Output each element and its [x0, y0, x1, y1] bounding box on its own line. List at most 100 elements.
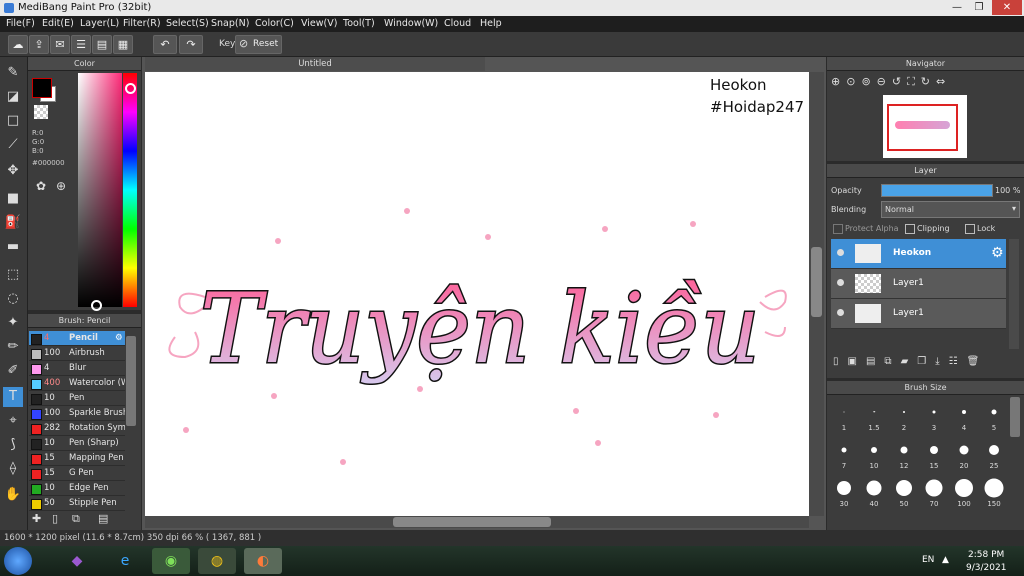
canvas-paper[interactable]: Heokon #Hoidap247 Truyện kiều	[145, 72, 809, 516]
tray-up-icon[interactable]: ▲	[942, 555, 949, 565]
brush-size-cell[interactable]: 25	[979, 435, 1009, 472]
lasso-icon[interactable]: ◌	[3, 289, 23, 309]
brush-size-cell[interactable]: 70	[919, 473, 949, 510]
folder-icon[interactable]: ▰	[901, 356, 918, 367]
brush-item[interactable]: 4 Pencil ⚙	[29, 331, 125, 346]
text-tool-icon[interactable]: T	[3, 387, 23, 407]
brush-size-cell[interactable]: 7	[829, 435, 859, 472]
layer-row-layer1-b[interactable]: Layer1	[831, 299, 1006, 329]
select-pen-icon[interactable]: ✏	[3, 337, 23, 357]
canvas-hscroll[interactable]	[145, 516, 809, 528]
brush-size-cell[interactable]: 100	[949, 473, 979, 510]
layer-row-heokon[interactable]: Heokon ⚙	[831, 239, 1006, 269]
canvas-vscroll[interactable]	[809, 72, 824, 516]
eyedropper-icon[interactable]: ⟆	[3, 435, 23, 455]
brush-size-cell[interactable]: 1	[829, 397, 859, 434]
main-color-swatch[interactable]	[32, 78, 52, 98]
add-layer-menu-icon[interactable]: ⧉	[884, 356, 900, 367]
brush-size-cell[interactable]: 4	[949, 397, 979, 434]
visual-studio-icon[interactable]: ◆	[58, 548, 96, 574]
menu-tool[interactable]: Tool(T)	[343, 18, 375, 29]
select-eraser-icon[interactable]: ✐	[3, 361, 23, 381]
zoom-in-icon[interactable]: ⊕	[831, 75, 846, 88]
lock-checkbox[interactable]	[965, 224, 975, 234]
brush-item[interactable]: 15 Mapping Pen	[29, 451, 125, 466]
brush-item[interactable]: 10 Pen (Sharp)	[29, 436, 125, 451]
operation-icon[interactable]: ⌖	[3, 411, 23, 431]
message-icon[interactable]: ☰	[71, 35, 91, 54]
brush-item[interactable]: 10 Pen	[29, 391, 125, 406]
menu-select[interactable]: Select(S)	[166, 18, 209, 29]
redo-icon[interactable]: ↷	[179, 35, 203, 54]
brush-size-cell[interactable]: 30	[829, 473, 859, 510]
brush-item[interactable]: 4 Blur	[29, 361, 125, 376]
canvas-tab[interactable]: Untitled	[145, 57, 485, 71]
rotate-right-icon[interactable]: ↻	[921, 75, 936, 88]
brush-size-cell[interactable]: 10	[859, 435, 889, 472]
opacity-slider[interactable]	[881, 184, 993, 197]
brush-duplicate-icon[interactable]: ⧉	[72, 512, 80, 526]
brush-size-cell[interactable]: 50	[889, 473, 919, 510]
menu-snap[interactable]: Snap(N)	[211, 18, 249, 29]
brush-size-cell[interactable]: 15	[919, 435, 949, 472]
color-picker-handle[interactable]	[91, 300, 102, 311]
brush-item[interactable]: 400 Watercolor (W	[29, 376, 125, 391]
brush-item[interactable]: 10 Edge Pen	[29, 481, 125, 496]
brush-size-cell[interactable]: 2	[889, 397, 919, 434]
brush-item[interactable]: 282 Rotation Sym	[29, 421, 125, 436]
brush-item[interactable]: 100 Airbrush	[29, 346, 125, 361]
reset-button[interactable]: ⊘ Reset	[235, 35, 282, 54]
brush-add-icon[interactable]: ✚	[32, 512, 41, 525]
brush-size-cell[interactable]: 5	[979, 397, 1009, 434]
eye-icon[interactable]	[837, 249, 844, 256]
hue-handle[interactable]	[125, 83, 136, 94]
menu-cloud[interactable]: Cloud	[444, 18, 471, 29]
language-indicator[interactable]: EN	[922, 555, 934, 565]
layer-settings-icon[interactable]: ☷	[949, 356, 967, 367]
rect-select-icon[interactable]: □	[3, 111, 23, 131]
menu-edit[interactable]: Edit(E)	[42, 18, 74, 29]
blending-select[interactable]: Normal ▾	[881, 201, 1020, 218]
clipping-checkbox[interactable]	[905, 224, 915, 234]
zoom-actual-icon[interactable]: ⊚	[861, 75, 876, 88]
menu-view[interactable]: View(V)	[301, 18, 337, 29]
menu-window[interactable]: Window(W)	[384, 18, 438, 29]
merge-down-icon[interactable]: ⤓	[935, 356, 948, 367]
brush-size-cell[interactable]: 20	[949, 435, 979, 472]
magic-wand-icon[interactable]: ✦	[3, 313, 23, 333]
rotate-left-icon[interactable]: ↺	[892, 75, 907, 88]
brush-new-icon[interactable]: ▯	[52, 512, 58, 525]
lasso-brush-icon[interactable]: ⟋	[3, 135, 23, 155]
list-icon[interactable]: ▦	[113, 35, 133, 54]
brush-size-cell[interactable]: 1.5	[859, 397, 889, 434]
menu-layer[interactable]: Layer(L)	[80, 18, 119, 29]
fill-rect-icon[interactable]: ■	[3, 189, 23, 209]
new-layer-icon[interactable]: ▯	[833, 356, 848, 367]
bucket-icon[interactable]: ⛽	[3, 213, 23, 233]
layer-scrollbar[interactable]	[1009, 239, 1019, 349]
hand-tool-icon[interactable]: ✋	[3, 485, 23, 505]
eye-icon[interactable]	[837, 309, 844, 316]
canvas-hscroll-thumb[interactable]	[393, 517, 551, 527]
coccoc-icon[interactable]: ◉	[152, 548, 190, 574]
gear-icon[interactable]: ⚙	[991, 245, 1004, 261]
brush-size-cell[interactable]: 150	[979, 473, 1009, 510]
internet-explorer-icon[interactable]: e	[106, 548, 144, 574]
brush-size-cell[interactable]: 12	[889, 435, 919, 472]
zoom-fit-icon[interactable]: ⊙	[846, 75, 861, 88]
fit-window-icon[interactable]: ⛶	[907, 75, 921, 88]
new-halftone-layer-icon[interactable]: ▣	[848, 356, 866, 367]
move-tool-icon[interactable]: ✥	[3, 161, 23, 181]
brush-gear-icon[interactable]: ⚙	[115, 331, 123, 345]
comment-icon[interactable]: ✉	[50, 35, 70, 54]
frame-divider-icon[interactable]: ⟠	[3, 459, 23, 479]
brush-list-scrollbar[interactable]	[126, 336, 136, 426]
navigator-preview[interactable]	[883, 95, 967, 158]
eraser-tool-icon[interactable]: ◪	[3, 87, 23, 107]
menu-help[interactable]: Help	[480, 18, 502, 29]
start-button[interactable]	[4, 547, 32, 575]
brush-size-cell[interactable]: 3	[919, 397, 949, 434]
new-8bit-layer-icon[interactable]: ▤	[866, 356, 884, 367]
select-tool-icon[interactable]: ⬚	[3, 265, 23, 285]
flip-icon[interactable]: ⇔	[936, 75, 951, 88]
